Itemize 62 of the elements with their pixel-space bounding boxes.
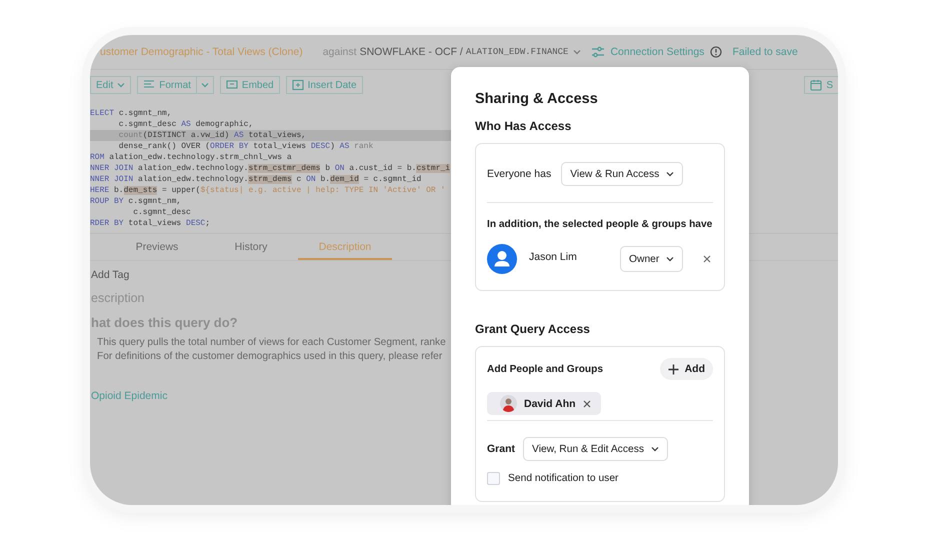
- role-select[interactable]: Owner: [620, 246, 684, 272]
- dialog-title: Sharing & Access: [475, 91, 598, 107]
- notification-label: Send notification to user: [508, 473, 618, 484]
- grant-label: Grant: [487, 443, 516, 455]
- against-label: against: [322, 46, 357, 58]
- toolbar-button[interactable]: S: [804, 76, 838, 94]
- code-line: c.sgmnt_desc: [132, 207, 191, 218]
- toolbar-button[interactable]: Insert Date: [286, 76, 363, 94]
- tab[interactable]: Previews: [110, 236, 204, 260]
- code-line: RDER BY total_views DESC;: [90, 218, 210, 229]
- code-line: NNER JOIN alation_edw.technology.strm_dems c ON b.dem_id = c.sgmnt_id: [90, 174, 422, 185]
- sliders-icon: [591, 46, 606, 58]
- plus-icon: [668, 364, 679, 374]
- code-line: ROUP BY c.sgmnt_nm,: [90, 196, 182, 207]
- connection-settings-button[interactable]: Connection Settings: [591, 46, 704, 58]
- remove-button[interactable]: [703, 255, 712, 263]
- close-icon: [703, 255, 712, 263]
- caret-icon: [117, 82, 126, 88]
- person-avatar-icon: [500, 395, 517, 412]
- close-icon: [582, 400, 591, 408]
- checkbox[interactable]: [487, 472, 500, 485]
- code-line: NNER JOIN alation_edw.technology.strm_cstmr_dems b ON a.cust_id = b.cstmr_i: [90, 163, 450, 174]
- schema-dropdown[interactable]: ALATION_EDW.FINANCE: [466, 47, 582, 57]
- screen-icon: [226, 79, 238, 91]
- caret-icon: [573, 49, 582, 55]
- calendar-icon: [810, 79, 822, 91]
- code-line: ELECT c.sgmnt_nm,: [90, 108, 172, 119]
- query-title: ustomer Demographic - Total Views (Clone): [100, 46, 303, 58]
- remove-button[interactable]: [582, 400, 591, 408]
- save-status: Failed to save: [732, 46, 798, 58]
- add-tag-button[interactable]: Add Tag: [91, 269, 130, 281]
- add-people-label: Add People and Groups: [487, 364, 604, 374]
- toolbar-button[interactable]: Edit: [90, 76, 132, 94]
- info-icon: [710, 46, 722, 58]
- description-heading: hat does this query do?: [91, 315, 238, 330]
- code-line: c.sgmnt_desc AS demographic,: [118, 119, 254, 130]
- caret-icon: [651, 446, 660, 452]
- add-button[interactable]: Add: [660, 358, 713, 380]
- caret-icon: [666, 171, 674, 177]
- section-title: escription: [91, 291, 144, 305]
- section-heading: Who Has Access: [475, 119, 572, 133]
- person-avatar-icon: [487, 244, 517, 274]
- calendar-plus-icon: [292, 79, 304, 91]
- everyone-label: Everyone has: [487, 168, 552, 180]
- addition-label: In addition, the selected people & groups have: [487, 219, 712, 230]
- description-text: For definitions of the customer demographics used in this query, please refer: [97, 350, 442, 364]
- caret-icon: [200, 82, 209, 88]
- access-select[interactable]: View, Run & Edit Access: [523, 437, 668, 461]
- access-select[interactable]: View & Run Access: [561, 162, 684, 186]
- person-chip: David Ahn: [487, 392, 601, 415]
- connection-name: SNOWFLAKE - OCF /: [360, 46, 463, 58]
- toolbar-button[interactable]: Format: [137, 76, 197, 94]
- section-heading: Grant Query Access: [475, 322, 590, 336]
- toolbar-button[interactable]: Embed: [220, 76, 280, 94]
- caret-icon: [666, 256, 674, 262]
- tab[interactable]: History: [204, 236, 298, 260]
- code-line: HERE b.dem_sts = upper(${status| e.g. active | help: TYPE IN 'Active' OR ': [90, 185, 446, 196]
- description-text: This query pulls the total number of views for each Customer Segment, ranke: [97, 336, 446, 350]
- code-line: dense_rank() OVER (ORDER BY total_views DESC) AS rank: [118, 141, 374, 152]
- code-line: ROM alation_edw.technology.strm_chnl_vws a: [90, 152, 292, 163]
- link[interactable]: Opioid Epidemic: [91, 390, 168, 402]
- person-name: Jason Lim: [529, 250, 578, 262]
